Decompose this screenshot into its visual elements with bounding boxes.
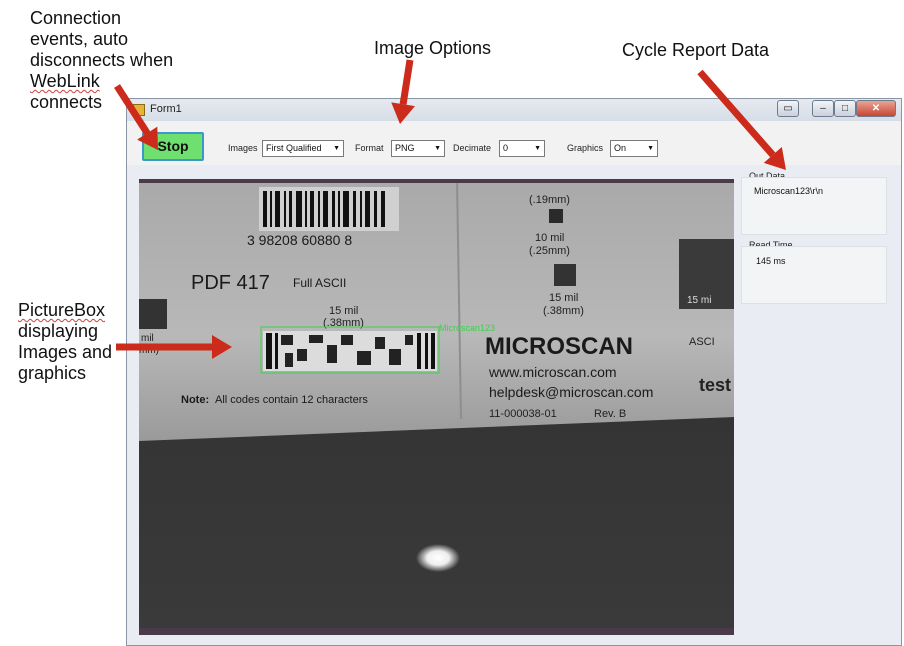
format-label: Format bbox=[355, 143, 384, 153]
top-barcode bbox=[259, 187, 399, 231]
full-ascii-label: Full ASCII bbox=[293, 276, 346, 290]
stop-button[interactable]: Stop bbox=[142, 132, 204, 161]
email-text: helpdesk@microscan.com bbox=[489, 384, 653, 400]
title-bar: Form1 ▭ – □ ✕ bbox=[127, 99, 901, 122]
edge-text: test bbox=[699, 375, 731, 395]
read-time-panel: 145 ms bbox=[741, 246, 887, 304]
images-select-value: First Qualified bbox=[266, 143, 322, 153]
format-select-value: PNG bbox=[395, 143, 415, 153]
size-label: 10 mil bbox=[535, 232, 564, 244]
graphics-select[interactable]: On ▼ bbox=[610, 140, 658, 157]
chevron-down-icon: ▼ bbox=[434, 145, 441, 152]
format-select[interactable]: PNG ▼ bbox=[391, 140, 445, 157]
out-data-panel: Microscan123\r\n bbox=[741, 177, 887, 235]
revision-text: Rev. B bbox=[594, 408, 626, 420]
size-label: (.38mm) bbox=[543, 305, 584, 317]
edge-text: ASCI bbox=[689, 336, 715, 348]
image-options-annotation: Image Options bbox=[374, 38, 492, 58]
minimize-button[interactable]: – bbox=[812, 100, 834, 117]
toolbar: Stop Images First Qualified ▼ Format PNG ▼… bbox=[127, 121, 901, 165]
website-text: www.microscan.com bbox=[488, 364, 617, 380]
annotation-line: Images and bbox=[18, 342, 113, 362]
maximize-button[interactable]: □ bbox=[834, 100, 856, 117]
form1-window: Form1 ▭ – □ ✕ Stop Images First Qualifie… bbox=[126, 98, 902, 646]
partial-barcode-left bbox=[139, 299, 167, 329]
graphics-select-value: On bbox=[614, 143, 627, 153]
annotation-line: WebLink bbox=[30, 71, 100, 91]
decode-overlay-text: Microscan123 bbox=[439, 323, 495, 333]
annotation-line: Connection bbox=[30, 8, 122, 28]
graphics-label: Graphics bbox=[567, 143, 604, 153]
part-number: 11-000038-01 bbox=[489, 408, 557, 420]
images-label: Images bbox=[228, 143, 258, 153]
picturebox-annotation: PictureBox displaying Images and graphic… bbox=[18, 300, 112, 384]
decimate-label: Decimate bbox=[453, 143, 492, 153]
note-label: Note: bbox=[181, 394, 209, 406]
annotation-line: events, auto bbox=[30, 29, 129, 49]
datamatrix-medium bbox=[554, 264, 576, 286]
picture-box: 3 98208 60880 8 (.19mm) 10 mil (.25mm) 1… bbox=[139, 179, 734, 635]
pdf417-heading: PDF 417 bbox=[191, 272, 270, 294]
annotation-line: graphics bbox=[18, 363, 87, 383]
annotation-line: disconnects when bbox=[30, 50, 174, 70]
size-label: (.19mm) bbox=[529, 194, 570, 206]
annotation-line: PictureBox bbox=[18, 300, 106, 320]
annotation-line: displaying bbox=[18, 321, 99, 341]
datamatrix-small bbox=[549, 209, 563, 223]
chevron-down-icon: ▼ bbox=[534, 145, 541, 152]
decimate-select-value: 0 bbox=[503, 143, 509, 153]
read-time-value: 145 ms bbox=[756, 256, 786, 266]
app-icon bbox=[133, 104, 145, 116]
pdf417-barcode bbox=[260, 326, 440, 374]
brand-logo: MICROSCAN bbox=[485, 333, 633, 360]
cycle-report-annotation: Cycle Report Data bbox=[622, 40, 770, 60]
restore-button[interactable]: ▭ bbox=[777, 100, 799, 117]
edge-text: mil bbox=[141, 333, 154, 344]
size-label: (.25mm) bbox=[529, 245, 570, 257]
code-size-label: 15 mil bbox=[329, 305, 358, 317]
chevron-down-icon: ▼ bbox=[647, 145, 654, 152]
edge-text: 15 mi bbox=[687, 295, 711, 306]
note-text: All codes contain 12 characters bbox=[215, 394, 368, 406]
images-select[interactable]: First Qualified ▼ bbox=[262, 140, 344, 157]
window-title: Form1 bbox=[150, 103, 182, 115]
out-data-value: Microscan123\r\n bbox=[754, 186, 824, 196]
size-label: 15 mil bbox=[549, 292, 578, 304]
camera-image: 3 98208 60880 8 (.19mm) 10 mil (.25mm) 1… bbox=[139, 179, 734, 635]
chevron-down-icon: ▼ bbox=[333, 145, 340, 152]
edge-text: mm) bbox=[139, 345, 159, 356]
barcode-digits: 3 98208 60880 8 bbox=[247, 232, 352, 248]
close-button[interactable]: ✕ bbox=[856, 100, 896, 117]
decimate-select[interactable]: 0 ▼ bbox=[499, 140, 545, 157]
